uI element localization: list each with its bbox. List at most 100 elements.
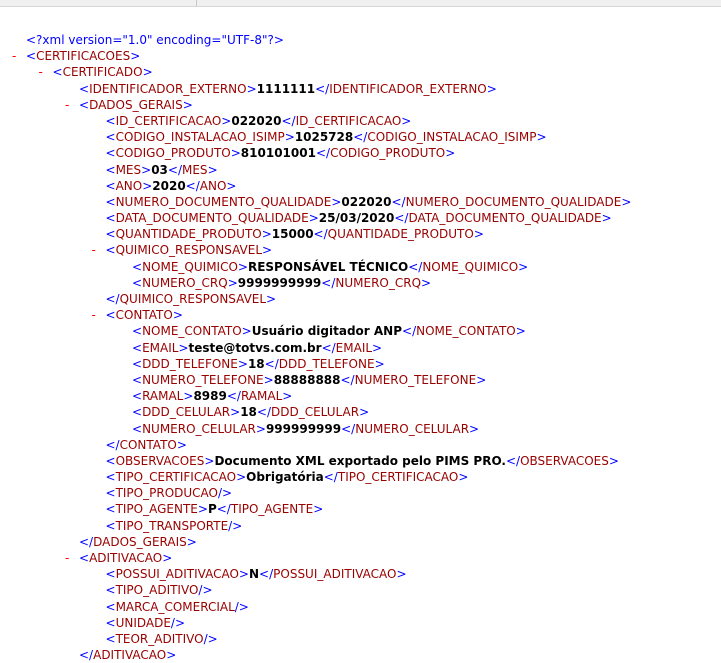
bracket: < <box>132 275 143 290</box>
bracket: < <box>105 243 116 258</box>
xml-line: <MES>03</MES> <box>0 162 721 178</box>
bracket: > <box>266 292 277 306</box>
bracket: < <box>105 211 116 226</box>
bracket: </ <box>315 146 331 161</box>
closing-tag-name: IDENTIFICADOR_EXTERNO <box>329 81 487 96</box>
tag-name: TIPO_ADITIVO <box>115 583 199 598</box>
element-value: 18 <box>247 356 265 371</box>
bracket: > <box>141 162 152 177</box>
xml-element: <TIPO_AGENTE>P</TIPO_AGENTE> <box>106 501 324 517</box>
bracket: > <box>331 194 342 209</box>
bracket: > <box>178 340 189 355</box>
bracket: > <box>142 65 153 80</box>
tag-name: ID_CERTIFICACAO <box>115 113 222 128</box>
xml-element: <NUMERO_CELULAR>999999999</NUMERO_CELULA… <box>132 421 479 437</box>
bracket: < <box>132 421 143 436</box>
xml-element: </DADOS_GERAIS> <box>79 534 197 550</box>
closing-tag-name: NUMERO_CRQ <box>335 275 422 290</box>
xml-element: <DATA_DOCUMENTO_QUALIDADE>25/03/2020</DA… <box>106 210 612 226</box>
xml-line: <TIPO_ADITIVO/> <box>0 582 721 598</box>
tag-name: NUMERO_TELEFONE <box>142 372 264 387</box>
bracket: </ <box>167 162 182 177</box>
closing-tag-name: TIPO_AGENTE <box>230 502 314 517</box>
bracket: </ <box>505 453 521 468</box>
collapse-toggle[interactable]: - <box>65 550 69 566</box>
xml-element: <NUMERO_CRQ>9999999999</NUMERO_CRQ> <box>132 275 431 291</box>
xml-line: <TIPO_PRODUCAO/> <box>0 485 721 501</box>
bracket: < <box>105 308 116 323</box>
closing-tag-name: CODIGO_PRODUTO <box>330 146 446 161</box>
xml-line: <TIPO_TRANSPORTE/> <box>0 518 721 534</box>
tag-name: UNIDADE <box>115 615 171 630</box>
bracket: > <box>207 162 218 177</box>
bracket: </ <box>402 324 417 339</box>
bracket: > <box>183 389 194 404</box>
bracket: > <box>515 324 526 339</box>
bracket: > <box>197 502 208 517</box>
tag-name: MARCA_COMERCIAL <box>115 599 235 614</box>
bracket: < <box>105 567 116 582</box>
xml-line: - <CERTIFICADO> <box>0 64 721 80</box>
bracket: </ <box>264 356 279 371</box>
bracket: > <box>282 389 293 404</box>
bracket: > <box>241 324 252 339</box>
bracket: > <box>458 470 469 485</box>
xml-line: <EMAIL>teste@totvs.com.br</EMAIL> <box>0 340 721 356</box>
xml-element: <DADOS_GERAIS> <box>79 97 193 113</box>
element-value: 8989 <box>193 389 227 404</box>
bracket: /> <box>234 599 249 614</box>
tag-name: DDD_CELULAR <box>142 405 231 420</box>
tag-name: QUIMICO_RESPONSAVEL <box>119 292 267 306</box>
bracket: /> <box>170 615 186 630</box>
xml-element: <UNIDADE/> <box>106 615 186 631</box>
collapse-toggle[interactable]: - <box>65 97 69 113</box>
xml-line: <CODIGO_INSTALACAO_ISIMP>1025728</CODIGO… <box>0 129 721 145</box>
xml-line: </QUIMICO_RESPONSAVEL> <box>0 291 721 307</box>
closing-tag-name: RAMAL <box>240 389 283 404</box>
bracket: /> <box>198 583 213 598</box>
bracket: > <box>130 49 141 64</box>
xml-element: <NOME_CONTATO>Usuário digitador ANP</NOM… <box>132 323 526 339</box>
closing-tag-name: DATA_DOCUMENTO_QUALIDADE <box>408 211 602 226</box>
tag-name: CODIGO_PRODUTO <box>115 146 231 161</box>
bracket: </ <box>408 259 423 274</box>
xml-line: - <CERTIFICACOES> <box>0 48 721 64</box>
bracket: > <box>359 405 370 420</box>
xml-line: <DATA_DOCUMENTO_QUALIDADE>25/03/2020</DA… <box>0 210 721 226</box>
xml-element: <CERTIFICADO> <box>53 64 153 80</box>
bracket: > <box>313 502 324 517</box>
bracket: > <box>237 356 248 371</box>
collapse-toggle[interactable]: - <box>12 48 16 64</box>
bracket: > <box>176 437 187 452</box>
element-value: 1111111 <box>256 81 316 96</box>
tag-name: DDD_TELEFONE <box>142 356 238 371</box>
bracket: </ <box>321 340 336 355</box>
element-value: 25/03/2020 <box>318 211 395 226</box>
collapse-toggle[interactable]: - <box>92 242 96 258</box>
tag-name: CONTATO <box>115 308 173 323</box>
closing-tag-name: DDD_CELULAR <box>271 405 360 420</box>
collapse-toggle[interactable]: - <box>39 64 43 80</box>
element-value: 15000 <box>271 227 314 242</box>
tag-name: POSSUI_ADITIVACAO <box>115 567 239 582</box>
bracket: > <box>421 275 432 290</box>
tag-name: NUMERO_CELULAR <box>142 421 256 436</box>
tag-name: NUMERO_CRQ <box>142 275 228 290</box>
xml-line: <NOME_CONTATO>Usuário digitador ANP</NOM… <box>0 323 721 339</box>
bracket: </ <box>226 389 241 404</box>
tag-name: TIPO_PRODUCAO <box>115 486 218 501</box>
tag-name: RAMAL <box>142 389 184 404</box>
collapse-toggle[interactable]: - <box>92 307 96 323</box>
bracket: > <box>263 372 274 387</box>
bracket: </ <box>341 421 356 436</box>
bracket: > <box>608 453 619 468</box>
bracket: </ <box>105 437 120 452</box>
xml-line: <TIPO_CERTIFICACAO>Obrigatória</TIPO_CER… <box>0 469 721 485</box>
bracket: /> <box>228 518 243 533</box>
tag-name: NUMERO_DOCUMENTO_QUALIDADE <box>115 194 332 209</box>
bracket: < <box>132 356 143 371</box>
bracket: > <box>374 356 385 371</box>
bracket: > <box>396 567 407 582</box>
tag-name: CERTIFICACOES <box>36 49 131 64</box>
bracket: < <box>105 502 116 517</box>
